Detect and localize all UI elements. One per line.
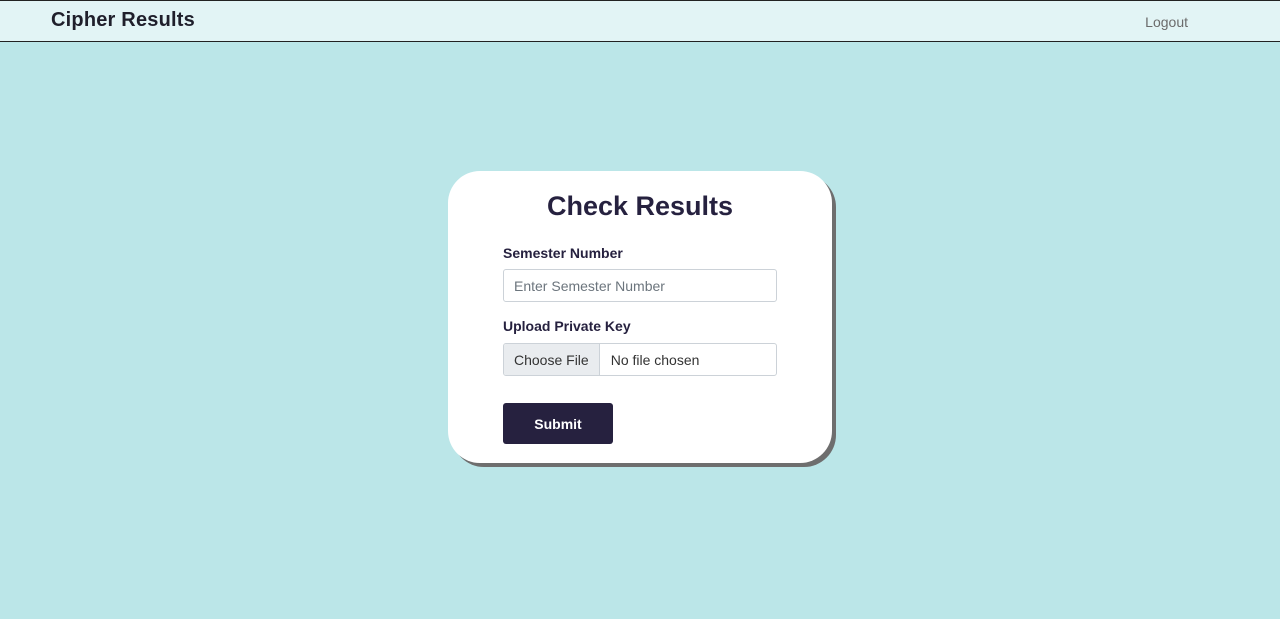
page-title: Check Results	[546, 191, 734, 221]
private-key-label: Upload Private Key	[503, 318, 631, 334]
submit-button[interactable]: Submit	[503, 403, 613, 444]
semester-number-label: Semester Number	[503, 245, 623, 261]
choose-file-button[interactable]: Choose File	[504, 344, 600, 375]
navbar: Cipher Results Logout	[0, 0, 1280, 42]
check-results-card: Check Results Semester Number Upload Pri…	[448, 171, 832, 463]
brand-link[interactable]: Cipher Results	[51, 9, 195, 32]
logout-link[interactable]: Logout	[1145, 14, 1188, 30]
file-status-text: No file chosen	[610, 351, 700, 368]
private-key-file-input[interactable]: Choose File No file chosen	[503, 343, 777, 376]
semester-number-input[interactable]	[503, 269, 777, 302]
